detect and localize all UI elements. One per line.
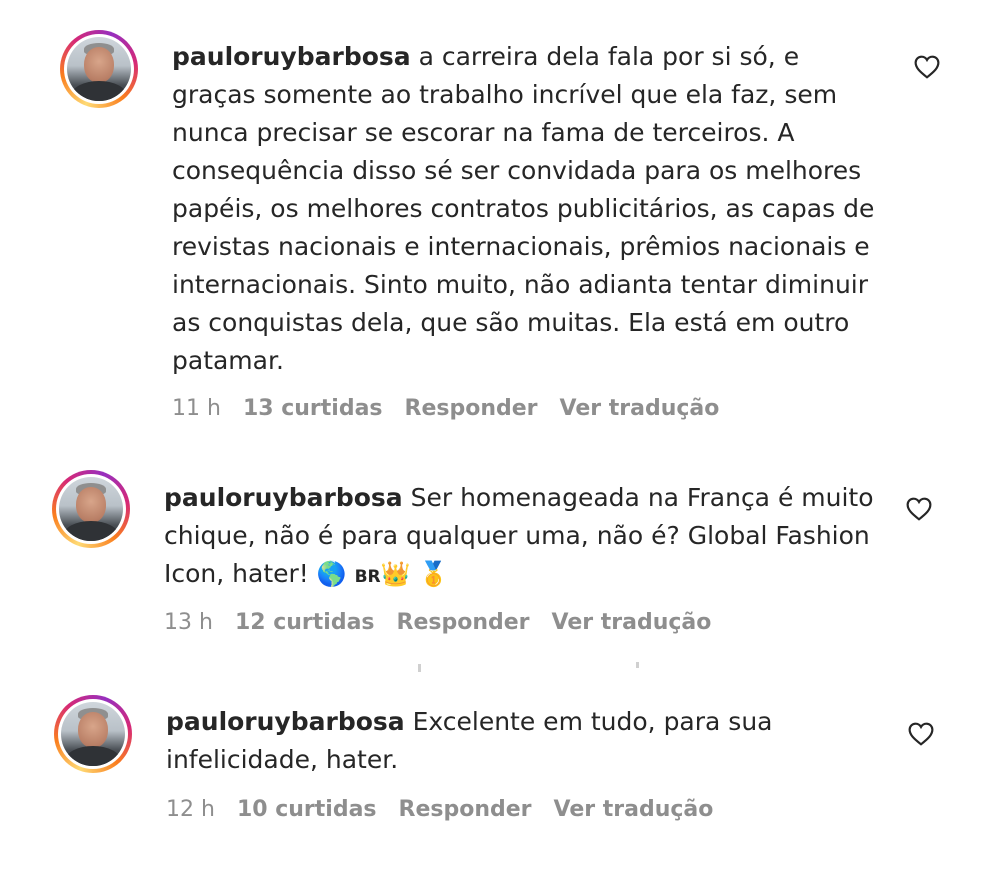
- heart-icon[interactable]: [908, 722, 934, 746]
- reply-button[interactable]: Responder: [399, 797, 532, 822]
- comment-text: pauloruybarbosa Excelente em tudo, para …: [166, 703, 786, 779]
- translate-button[interactable]: Ver tradução: [554, 797, 714, 822]
- comment-time[interactable]: 12 h: [166, 797, 215, 822]
- avatar-photo: [61, 702, 125, 766]
- comment-likes[interactable]: 10 curtidas: [237, 797, 377, 822]
- comment-3: pauloruybarbosa Excelente em tudo, para …: [0, 0, 984, 860]
- avatar[interactable]: [54, 695, 132, 773]
- username[interactable]: pauloruybarbosa: [166, 707, 405, 736]
- comment-meta: 12 h 10 curtidas Responder Ver tradução: [166, 797, 735, 822]
